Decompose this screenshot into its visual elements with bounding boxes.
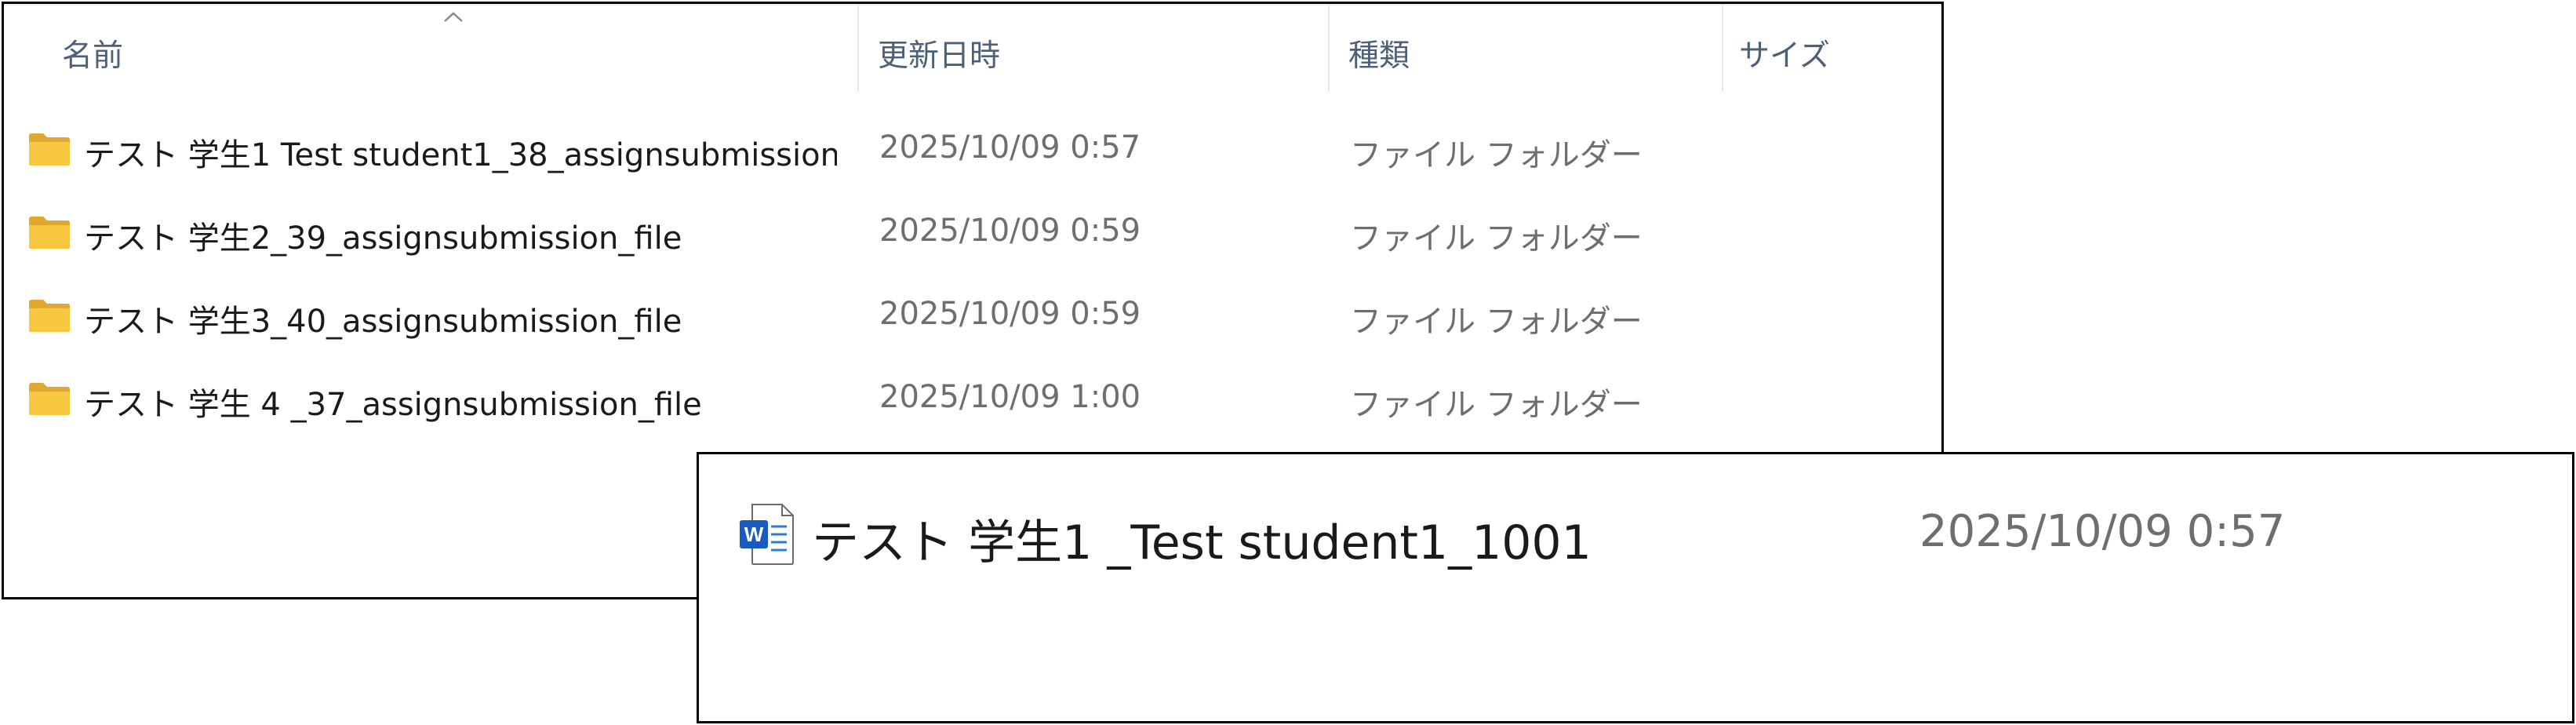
column-divider[interactable]	[1328, 4, 1330, 92]
column-header-modified[interactable]: 更新日時	[878, 31, 1000, 75]
folder-icon	[29, 217, 70, 249]
file-name: テスト 学生2_39_assignsubmission_file	[84, 220, 682, 257]
file-name: テスト 学生 4 _37_assignsubmission_file	[84, 387, 702, 423]
column-divider[interactable]	[1722, 4, 1723, 92]
folder-icon	[29, 133, 70, 166]
file-type: ファイル フォルダー	[1350, 387, 1643, 423]
file-type: ファイル フォルダー	[1350, 220, 1643, 257]
file-row[interactable]: テスト 学生3_40_assignsubmission_file 2025/10…	[4, 275, 1941, 354]
file-name: テスト 学生1 _Test student1_1001	[812, 516, 1592, 570]
file-type: ファイル フォルダー	[1350, 137, 1643, 173]
modified-date: 2025/10/09 0:59	[879, 296, 1141, 332]
column-divider[interactable]	[857, 4, 859, 92]
file-detail-panel: W テスト 学生1 _Test student1_1001 2025/10/09…	[697, 452, 2574, 723]
word-document-icon: W	[740, 504, 794, 565]
modified-date: 2025/10/09 0:59	[879, 213, 1141, 249]
file-row[interactable]: テスト 学生2_39_assignsubmission_file 2025/10…	[4, 192, 1941, 271]
modified-date: 2025/10/09 0:57	[1919, 506, 2286, 557]
file-name: テスト 学生1 Test student1_38_assignsubmissio…	[84, 137, 837, 173]
column-header-type[interactable]: 種類	[1348, 31, 1410, 75]
svg-text:W: W	[744, 523, 764, 546]
column-header-row: 名前 更新日時 種類 サイズ	[4, 4, 1941, 92]
file-row[interactable]: テスト 学生 4 _37_assignsubmission_file 2025/…	[4, 359, 1941, 437]
modified-date: 2025/10/09 0:57	[879, 129, 1141, 166]
folder-icon	[29, 300, 70, 332]
folder-icon	[29, 383, 70, 415]
column-header-size[interactable]: サイズ	[1739, 31, 1830, 75]
file-type: ファイル フォルダー	[1350, 304, 1643, 340]
file-row[interactable]: テスト 学生1 Test student1_38_assignsubmissio…	[4, 109, 1941, 188]
column-header-name[interactable]: 名前	[62, 31, 123, 75]
chevron-up-icon	[444, 12, 463, 22]
file-name: テスト 学生3_40_assignsubmission_file	[84, 304, 682, 340]
modified-date: 2025/10/09 1:00	[879, 379, 1141, 415]
